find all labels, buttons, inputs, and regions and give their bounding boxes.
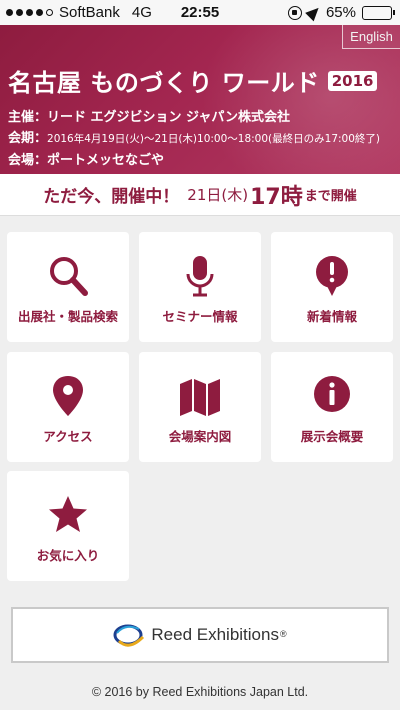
favorites-tile[interactable]: お気に入り bbox=[7, 471, 129, 581]
map-pin-icon bbox=[7, 374, 129, 418]
exhibitor-search-tile[interactable]: 出展社・製品検索 bbox=[7, 232, 129, 342]
period-label: 会期： bbox=[8, 131, 48, 146]
end-suffix: まで開催 bbox=[304, 189, 357, 204]
access-tile[interactable]: アクセス bbox=[7, 352, 129, 462]
news-tile[interactable]: 新着情報 bbox=[271, 232, 393, 342]
event-header: English 名古屋 ものづくり ワールド 2016 主催：リード エグジビシ… bbox=[0, 25, 400, 174]
reed-logo-icon bbox=[113, 624, 145, 647]
end-hour: 17時 bbox=[250, 184, 303, 210]
star-icon bbox=[7, 493, 129, 537]
map-icon bbox=[139, 374, 261, 418]
tile-label: アクセス bbox=[43, 429, 93, 444]
end-date: 21日(木) bbox=[187, 186, 249, 204]
tile-label: 出展社・製品検索 bbox=[17, 309, 118, 324]
tile-label: 新着情報 bbox=[306, 309, 357, 324]
location-arrow-icon bbox=[305, 3, 323, 22]
event-info: 主催：リード エグジビション ジャパン株式会社 会期：2016年4月19日(火)… bbox=[8, 107, 380, 171]
alert-bubble-icon bbox=[271, 254, 393, 298]
tile-label: セミナー情報 bbox=[162, 309, 238, 324]
venue-line: 会場：ポートメッセなごや bbox=[8, 153, 165, 168]
seminar-info-tile[interactable]: セミナー情報 bbox=[139, 232, 261, 342]
registered-mark: ® bbox=[279, 629, 287, 639]
info-icon bbox=[271, 374, 393, 418]
floor-map-tile[interactable]: 会場案内図 bbox=[139, 352, 261, 462]
event-title: 名古屋 ものづくり ワールド bbox=[8, 69, 320, 97]
english-button[interactable]: English bbox=[342, 25, 400, 49]
reed-exhibitions-link[interactable]: Reed Exhibitions ® bbox=[11, 607, 389, 663]
battery-percent: 65% bbox=[325, 4, 356, 21]
reed-exhibitions-name: Reed Exhibitions bbox=[151, 625, 279, 644]
year-badge: 2016 bbox=[327, 70, 378, 91]
microphone-icon bbox=[139, 254, 261, 298]
period-line: 会期：2016年4月19日(火)～21日(木)10:00～18:00(最終日のみ… bbox=[8, 128, 380, 150]
battery-icon bbox=[362, 5, 395, 20]
tile-label: 展示会概要 bbox=[300, 429, 364, 444]
open-status: ただ今、開催中！ bbox=[43, 187, 180, 207]
tile-label: 会場案内図 bbox=[168, 429, 232, 444]
search-icon bbox=[7, 254, 129, 298]
copyright-footer: © 2016 by Reed Exhibitions Japan Ltd. bbox=[91, 685, 309, 699]
exhibition-overview-tile[interactable]: 展示会概要 bbox=[271, 352, 393, 462]
now-open-banner: ただ今、開催中！ 21日(木) 17時 まで開催 bbox=[0, 174, 400, 216]
rotation-lock-icon bbox=[287, 5, 302, 20]
period-dates: 2016年4月19日(火)～21日(木)10:00～18:00 bbox=[47, 133, 269, 145]
period-note: (最終日のみ17:00終了) bbox=[268, 133, 380, 145]
organizer-line: 主催：リード エグジビション ジャパン株式会社 bbox=[8, 110, 291, 125]
tile-label: お気に入り bbox=[36, 548, 100, 563]
status-bar: SoftBank 4G 22:55 65% bbox=[0, 0, 400, 25]
